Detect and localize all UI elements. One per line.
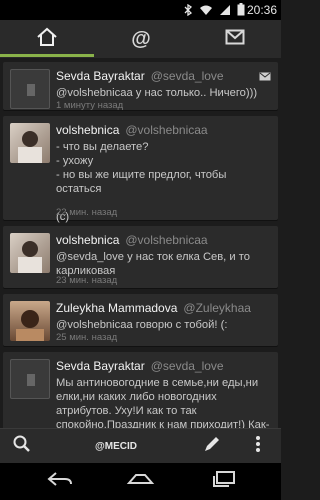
- more-vert-icon: [255, 435, 261, 458]
- tweet-text: @volshebnicaa у нас только.. Ничего))): [56, 87, 258, 99]
- tweet-text: @sevda_love у нас ток елка Сев, и то кар…: [56, 251, 250, 277]
- account-label: @MECID: [95, 440, 137, 452]
- tweet-text: Мы антиновогодние в семье,ни еды,ни елки…: [56, 377, 270, 428]
- overflow-menu-button[interactable]: [240, 429, 276, 463]
- mail-icon: [225, 29, 245, 50]
- mail-icon: [259, 68, 271, 86]
- author-handle: @sevda_love: [150, 69, 224, 83]
- recents-icon: [213, 471, 235, 492]
- author-name: Sevda Bayraktar: [56, 69, 145, 83]
- recents-button[interactable]: [194, 463, 254, 500]
- battery-icon: [237, 3, 245, 19]
- tab-messages[interactable]: [188, 20, 281, 58]
- avatar: [10, 359, 50, 399]
- avatar: [10, 233, 50, 273]
- tab-bar: @: [0, 20, 281, 58]
- tab-home[interactable]: [0, 20, 94, 58]
- account-selector[interactable]: @MECID: [60, 429, 172, 463]
- author-name: volshebnica: [56, 233, 120, 247]
- tweet-text: @volshebnicaa говорю с тобой! (:: [56, 319, 228, 331]
- tweet-time: 25 мин. назад: [56, 332, 118, 343]
- author-handle: @volshebnicaa: [125, 233, 208, 247]
- author-name: Zuleykha Mammadova: [56, 301, 178, 315]
- status-bar: 20:36: [0, 0, 281, 20]
- at-icon: @: [131, 27, 151, 50]
- home-nav-icon: [125, 471, 155, 492]
- tweet-card[interactable]: volshebnica @volshebnicaa - что вы делает…: [3, 116, 278, 223]
- tweet-author[interactable]: Zuleykha Mammadova @Zuleykhaa: [56, 301, 251, 315]
- search-icon: [13, 435, 31, 458]
- pencil-icon: [202, 434, 222, 459]
- tweet-time: 23 мин. назад: [56, 275, 118, 286]
- author-name: Sevda Bayraktar: [56, 359, 145, 373]
- status-icons: [183, 3, 245, 19]
- tweet-author[interactable]: Sevda Bayraktar @sevda_love: [56, 69, 224, 83]
- avatar: [10, 123, 50, 163]
- tweet-card[interactable]: volshebnica @volshebnicaa @sevda_love у н…: [3, 226, 278, 288]
- author-name: volshebnica: [56, 123, 120, 137]
- active-tab-indicator: [0, 54, 94, 57]
- author-handle: @volshebnicaa: [125, 123, 208, 137]
- home-nav-button[interactable]: [110, 463, 170, 500]
- tweet-card[interactable]: Sevda Bayraktar @sevda_love Мы антинового…: [3, 352, 278, 428]
- signal-icon: [219, 4, 231, 19]
- author-handle: @sevda_love: [150, 359, 224, 373]
- tab-mentions[interactable]: @: [94, 20, 188, 58]
- tweet-author[interactable]: volshebnica @volshebnicaa: [56, 123, 208, 137]
- wifi-icon: [199, 4, 213, 19]
- tweet-time: 1 минуту назад: [56, 100, 124, 111]
- author-handle: @Zuleykhaa: [183, 301, 251, 315]
- tweet-card[interactable]: Zuleykha Mammadova @Zuleykhaa @volshebnic…: [3, 294, 278, 346]
- bluetooth-icon: [183, 3, 193, 19]
- timeline-feed[interactable]: Sevda Bayraktar @sevda_love @volshebnicaa…: [0, 60, 281, 428]
- tweet-author[interactable]: volshebnica @volshebnicaa: [56, 233, 208, 247]
- tweet-author[interactable]: Sevda Bayraktar @sevda_love: [56, 359, 224, 373]
- tweet-card[interactable]: Sevda Bayraktar @sevda_love @volshebnicaa…: [3, 62, 278, 111]
- avatar: [10, 301, 50, 341]
- tweet-time: 22 мин. назад: [56, 207, 118, 218]
- back-icon: [47, 471, 73, 492]
- status-time: 20:36: [246, 3, 277, 17]
- back-button[interactable]: [30, 463, 90, 500]
- bottom-action-bar: @MECID: [0, 428, 281, 463]
- home-icon: [36, 27, 58, 52]
- system-nav-bar: [0, 463, 281, 500]
- search-button[interactable]: [0, 429, 44, 463]
- compose-button[interactable]: [190, 429, 234, 463]
- avatar: [10, 69, 50, 109]
